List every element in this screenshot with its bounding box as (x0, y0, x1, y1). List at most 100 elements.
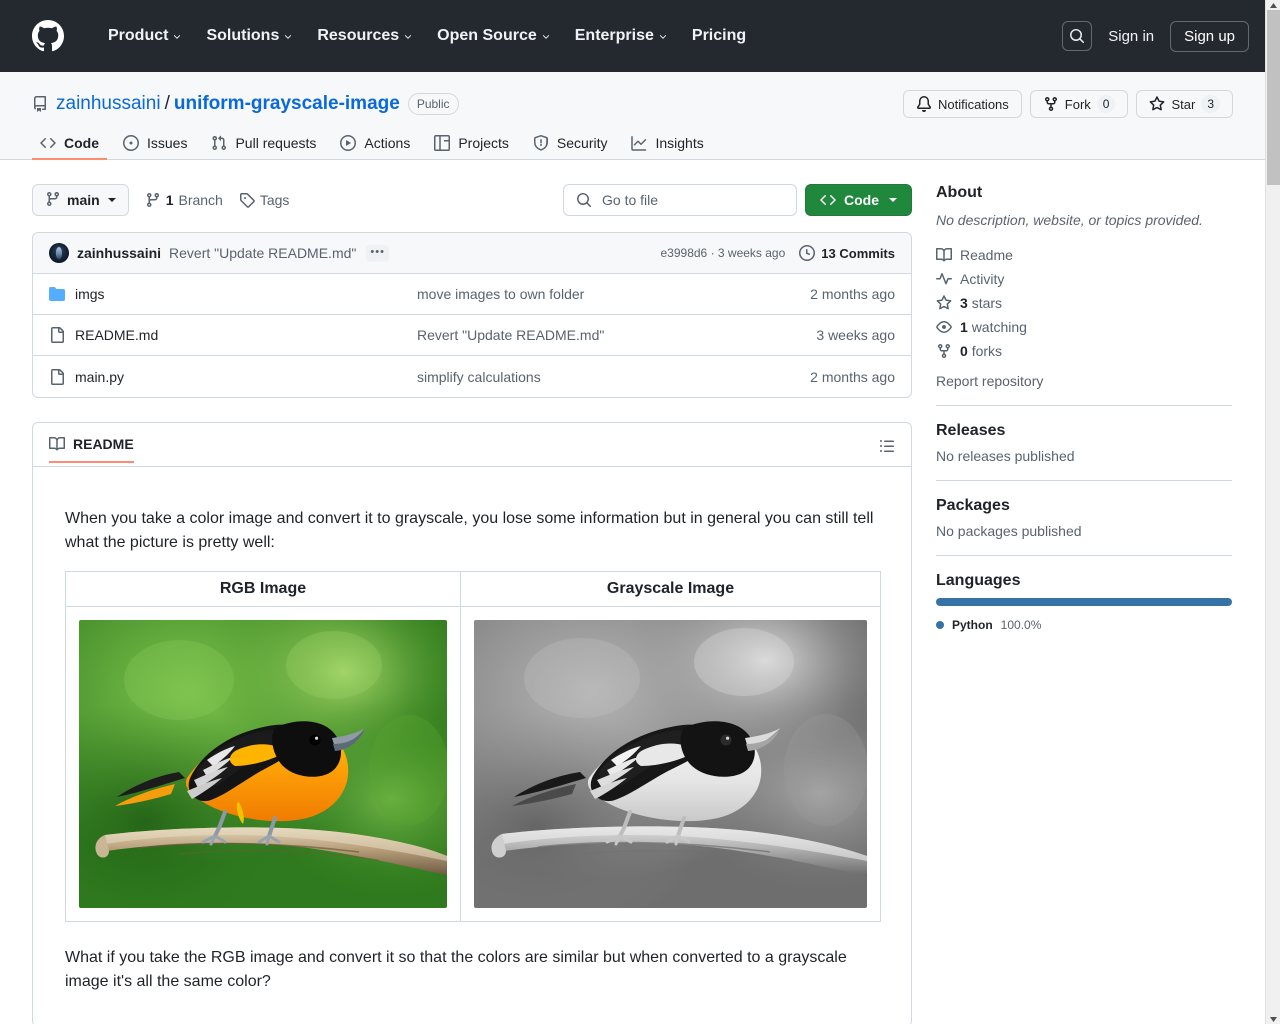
commit-expand-button[interactable]: ••• (366, 244, 389, 262)
issue-opened-icon (123, 135, 139, 151)
table-row[interactable]: imgs move images to own folder 2 months … (33, 274, 911, 315)
file-navigation-toolbar: main 1 Branch Tags Go to file Code (32, 184, 912, 216)
column-header-rgb: RGB Image (65, 571, 461, 607)
forks-count: 0 (960, 343, 968, 359)
nav-item-label: Product (108, 27, 169, 44)
commit-meta-separator: · (710, 246, 715, 260)
file-icon (49, 327, 65, 343)
chevron-down-icon (283, 32, 293, 42)
branches-link[interactable]: 1 Branch (145, 192, 223, 208)
fork-button[interactable]: Fork 0 (1029, 90, 1129, 118)
commits-count-link[interactable]: 13 Commits (799, 245, 895, 261)
page-scrollbar[interactable] (1265, 0, 1280, 1024)
notifications-button[interactable]: Notifications (902, 90, 1022, 118)
commit-author[interactable]: zainhussaini (77, 245, 161, 261)
nav-item-resources[interactable]: Resources (305, 19, 425, 53)
packages-empty-text: No packages published (936, 523, 1082, 539)
branch-name: main (67, 192, 100, 208)
search-button[interactable] (1062, 21, 1093, 51)
shield-icon (533, 135, 549, 151)
avatar[interactable] (49, 243, 69, 263)
nav-item-product[interactable]: Product (96, 19, 194, 53)
watching-count: 1 (960, 319, 968, 335)
sidebar-item-stars[interactable]: 3 stars (936, 295, 1232, 311)
sidebar-item-activity[interactable]: Activity (936, 271, 1232, 287)
file-time: 2 months ago (810, 286, 895, 302)
page-body: main 1 Branch Tags Go to file Code zainh… (0, 160, 1265, 1024)
table-row[interactable]: README.md Revert "Update README.md" 3 we… (33, 315, 911, 356)
file-name[interactable]: README.md (75, 327, 158, 343)
tab-label: Code (64, 135, 99, 151)
fork-icon (1043, 96, 1059, 112)
nav-item-open-source[interactable]: Open Source (425, 19, 563, 53)
chevron-down-icon (403, 32, 413, 42)
commits-count-label: 13 Commits (821, 245, 895, 261)
tab-security[interactable]: Security (525, 128, 616, 160)
graph-icon (631, 135, 647, 151)
readme-content: When you take a color image and convert … (33, 467, 911, 1024)
go-to-file-input[interactable] (600, 191, 784, 209)
search-icon (576, 192, 592, 208)
repo-name-link[interactable]: uniform-grayscale-image (174, 93, 400, 115)
commit-message[interactable]: Revert "Update README.md" (169, 245, 356, 261)
search-icon (1069, 28, 1085, 44)
scrollbar-thumb[interactable] (1267, 10, 1280, 185)
nav-item-label: Enterprise (574, 27, 654, 44)
file-commit-message[interactable]: simplify calculations (417, 369, 810, 385)
sidebar-item-watching[interactable]: 1 watching (936, 319, 1232, 335)
readme-header: README (33, 423, 911, 467)
file-commit-message[interactable]: move images to own folder (417, 286, 810, 302)
sidebar-item-label: Readme (960, 247, 1013, 263)
forks-label: forks (971, 343, 1003, 359)
file-name-cell: main.py (49, 368, 417, 385)
table-row[interactable]: main.py simplify calculations 2 months a… (33, 356, 911, 397)
scrollbar-down-arrow[interactable] (1266, 1014, 1280, 1024)
tab-actions[interactable]: Actions (332, 128, 418, 160)
repo-owner-link[interactable]: zainhussaini (56, 93, 161, 115)
tab-issues[interactable]: Issues (115, 128, 195, 160)
table-icon (434, 135, 451, 151)
report-repository-link[interactable]: Report repository (936, 373, 1232, 389)
github-mark-icon[interactable] (32, 20, 64, 52)
tab-projects[interactable]: Projects (426, 128, 517, 160)
chevron-down-icon (541, 32, 551, 42)
file-name-cell: imgs (49, 286, 417, 302)
file-time: 2 months ago (810, 368, 895, 385)
pulse-icon (936, 271, 952, 287)
file-name[interactable]: imgs (75, 286, 105, 302)
repository-header: zainhussaini / uniform-grayscale-image P… (0, 72, 1265, 160)
go-to-file-search[interactable] (563, 184, 797, 216)
tab-label: Actions (364, 135, 411, 151)
scrollbar-up-arrow[interactable] (1266, 0, 1280, 10)
readme-outline-button[interactable] (879, 438, 895, 460)
sign-in-link[interactable]: Sign in (1108, 28, 1154, 45)
language-name: Python (952, 618, 993, 632)
language-segment-python[interactable] (936, 598, 1232, 606)
repo-separator: / (164, 93, 170, 114)
tag-icon (239, 192, 255, 208)
nav-item-pricing[interactable]: Pricing (680, 19, 758, 53)
fork-label: Fork (1064, 96, 1091, 112)
file-commit-message[interactable]: Revert "Update README.md" (417, 327, 816, 343)
file-name[interactable]: main.py (75, 369, 124, 385)
sidebar-item-forks[interactable]: 0 forks (936, 343, 1232, 359)
tab-readme[interactable]: README (49, 436, 134, 463)
code-download-button[interactable]: Code (805, 184, 912, 216)
chevron-down-icon (107, 198, 116, 202)
tab-insights[interactable]: Insights (623, 128, 711, 160)
language-item-python[interactable]: Python 100.0% (936, 618, 1232, 632)
tab-pull-requests[interactable]: Pull requests (203, 128, 324, 160)
branch-selector-button[interactable]: main (32, 184, 129, 216)
star-button[interactable]: Star 3 (1136, 90, 1233, 118)
nav-item-solutions[interactable]: Solutions (194, 19, 305, 53)
tab-label: Insights (655, 135, 704, 151)
tab-label: Issues (147, 135, 188, 151)
sign-up-button[interactable]: Sign up (1170, 20, 1249, 52)
commit-sha-and-time[interactable]: e3998d6 · 3 weeks ago (661, 246, 786, 260)
nav-item-enterprise[interactable]: Enterprise (563, 19, 680, 53)
cell-grayscale-image (460, 606, 881, 922)
sidebar-item-readme[interactable]: Readme (936, 247, 1232, 263)
baltimore-oriole-grayscale-photo (474, 620, 867, 908)
tags-link[interactable]: Tags (239, 192, 289, 208)
tab-code[interactable]: Code (32, 128, 107, 160)
